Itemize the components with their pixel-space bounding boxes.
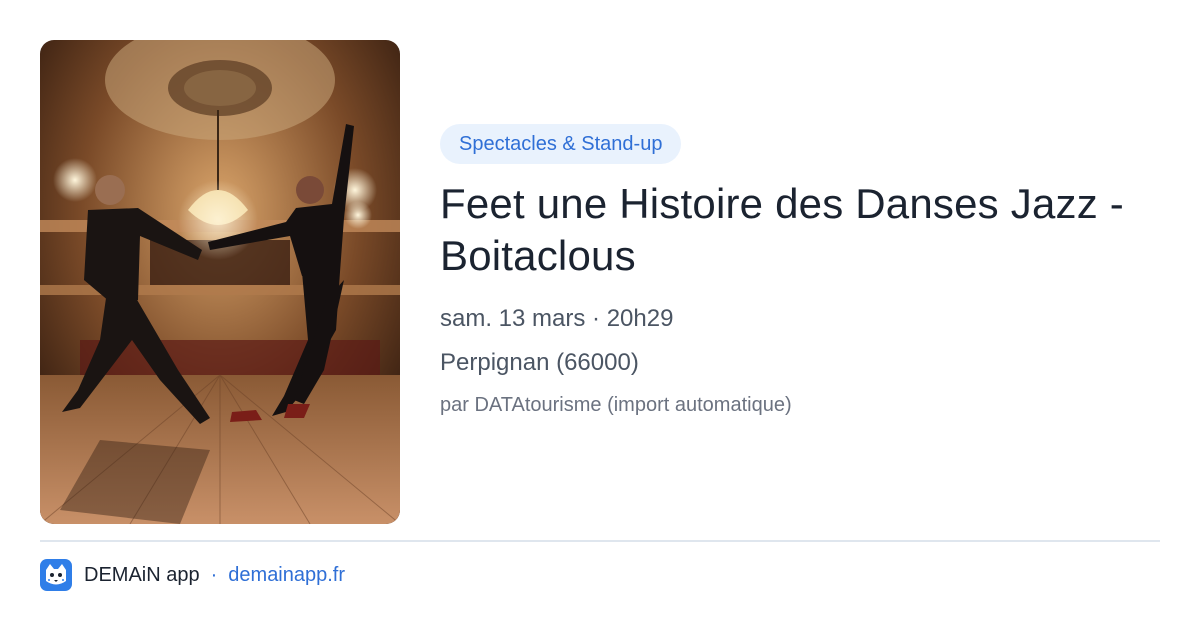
footer: DEMAiN app · demainapp.fr xyxy=(40,558,345,592)
theater-dancers-illustration xyxy=(40,40,400,524)
event-details: Spectacles & Stand-up Feet une Histoire … xyxy=(440,124,1160,420)
event-title[interactable]: Feet une Histoire des Danses Jazz - Boit… xyxy=(440,178,1160,282)
app-name: DEMAiN app xyxy=(84,563,200,586)
event-location: Perpignan (66000) xyxy=(440,349,639,376)
footer-separator: · xyxy=(210,563,218,586)
event-source: par DATAtourisme (import automatique) xyxy=(440,394,792,416)
domain-link[interactable]: demainapp.fr xyxy=(228,564,345,587)
footer-divider xyxy=(40,540,1160,542)
event-image[interactable] xyxy=(40,40,400,524)
event-date-time: sam. 13 mars · 20h29 xyxy=(440,305,674,332)
snow-leopard-app-icon[interactable] xyxy=(40,559,72,591)
category-badge[interactable]: Spectacles & Stand-up xyxy=(440,124,682,164)
